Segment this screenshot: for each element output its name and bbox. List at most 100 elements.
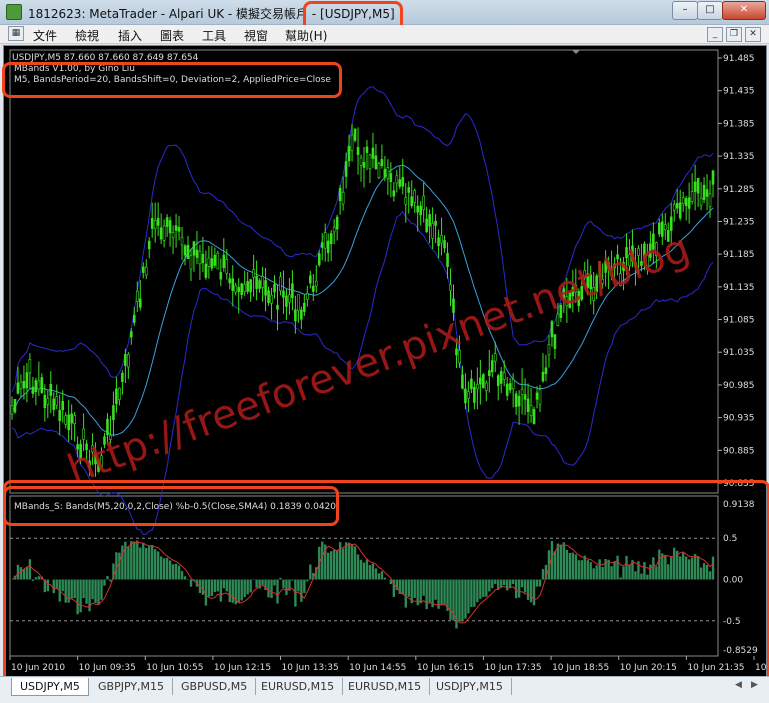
histogram-bar <box>434 580 436 600</box>
histogram-bar <box>202 580 204 595</box>
histogram-bar <box>539 580 541 587</box>
mdi-close-button[interactable]: ✕ <box>745 27 761 42</box>
menu-window[interactable]: 視窗 <box>244 27 268 44</box>
histogram-bar <box>422 580 424 596</box>
mdi-minimize-button[interactable]: _ <box>707 27 723 42</box>
chart-window[interactable]: 91.48591.43591.38591.33591.28591.23591.1… <box>3 45 767 677</box>
candle-body <box>378 164 380 178</box>
histogram-bar <box>414 580 416 598</box>
time-label: 10 Jun 21:35 <box>687 663 744 673</box>
candle-body <box>712 171 714 184</box>
histogram-bar <box>208 580 210 597</box>
histogram-bar <box>76 580 78 615</box>
histogram-bar <box>688 559 690 579</box>
candle-body <box>211 259 213 268</box>
candle-body <box>461 375 463 388</box>
histogram-bar <box>461 580 463 622</box>
price-label: 91.185 <box>723 250 755 260</box>
candle-body <box>536 393 538 399</box>
candle-body <box>199 251 201 263</box>
histogram-bar <box>634 571 636 579</box>
histogram-bar <box>279 578 281 580</box>
menu-charts[interactable]: 圖表 <box>160 27 184 44</box>
histogram-bar <box>563 542 565 579</box>
histogram-bar <box>336 550 338 579</box>
candle-body <box>253 270 255 278</box>
histogram-bar <box>327 553 329 580</box>
histogram-bar <box>106 576 108 579</box>
candle-body <box>402 177 404 186</box>
candle-body <box>294 310 296 321</box>
document-icon[interactable]: ▦ <box>8 26 24 41</box>
histogram-bar <box>142 543 144 579</box>
histogram-bar <box>512 580 514 585</box>
price-label: 91.035 <box>723 348 755 358</box>
candle-body <box>339 188 341 201</box>
close-button[interactable]: ✕ <box>722 1 766 20</box>
histogram-bar <box>160 556 162 579</box>
histogram-bar <box>357 554 359 579</box>
menu-view[interactable]: 檢視 <box>75 27 99 44</box>
menu-file[interactable]: 文件 <box>33 27 57 44</box>
histogram-bar <box>381 571 383 579</box>
tab-eurusd-m15-2[interactable]: EURUSD,M15 <box>340 678 430 695</box>
histogram-bar <box>118 553 120 580</box>
histogram-bar <box>494 580 496 584</box>
candle-body <box>130 332 132 337</box>
candle-body <box>447 253 449 266</box>
chart-canvas[interactable]: 91.48591.43591.38591.33591.28591.23591.1… <box>4 46 766 676</box>
histogram-bar <box>610 566 612 579</box>
histogram-bar <box>369 565 371 579</box>
maximize-button[interactable]: □ <box>697 1 723 20</box>
candle-body <box>193 242 195 256</box>
menu-insert[interactable]: 插入 <box>118 27 142 44</box>
tab-gbpjpy-m15[interactable]: GBPJPY,M15 <box>90 678 173 695</box>
histogram-bar <box>62 580 64 592</box>
minimize-button[interactable]: – <box>672 1 698 20</box>
mdi-restore-button[interactable]: ❐ <box>726 27 742 42</box>
subchart-level-label: -0.8529 <box>723 646 758 656</box>
tab-usdjpy-m5[interactable]: USDJPY,M5 <box>11 678 89 696</box>
histogram-bar <box>17 565 19 580</box>
histogram-bar <box>682 553 684 580</box>
price-label: 90.885 <box>723 446 755 456</box>
window-title-prefix: 1812623: MetaTrader - Alpari UK - 模擬交易帳戶… <box>28 7 320 21</box>
candle-body <box>488 370 490 375</box>
tab-scroll-right-icon[interactable]: ▶ <box>751 680 758 690</box>
candle-body <box>29 359 31 373</box>
candle-body <box>441 235 443 243</box>
tab-gbpusd-m5[interactable]: GBPUSD,M5 <box>173 678 256 695</box>
candle-body <box>336 217 338 229</box>
histogram-bar <box>425 580 427 610</box>
histogram-bar <box>297 580 299 592</box>
candle-body <box>279 277 281 291</box>
histogram-bar <box>536 580 538 587</box>
subchart-header: MBands_S: Bands(M5,20,0,2,Close) %b-0.5(… <box>14 502 336 512</box>
histogram-bar <box>706 565 708 580</box>
histogram-bar <box>530 580 532 603</box>
candle-body <box>163 226 165 240</box>
tab-scroll-left-icon[interactable]: ◀ <box>735 680 742 690</box>
tab-eurusd-m15[interactable]: EURUSD,M15 <box>253 678 343 695</box>
candle-body <box>145 267 147 275</box>
histogram-bar <box>32 580 34 581</box>
candle-body <box>435 221 437 225</box>
candle-body <box>68 415 70 430</box>
histogram-bar <box>246 580 248 595</box>
price-label: 91.435 <box>723 87 755 97</box>
candle-body <box>393 191 395 196</box>
candle-body <box>56 396 58 405</box>
histogram-bar <box>136 541 138 580</box>
menu-help[interactable]: 幫助(H) <box>285 27 327 44</box>
metatrader-app-icon <box>6 4 22 20</box>
main-chart-header: USDJPY,M5 87.660 87.660 87.649 87.654 <box>12 53 198 63</box>
histogram-bar <box>628 565 630 580</box>
candle-body <box>429 215 431 227</box>
tab-usdjpy-m15[interactable]: USDJPY,M15 <box>428 678 512 695</box>
candle-body <box>420 206 422 215</box>
histogram-bar <box>217 580 219 592</box>
histogram-bar <box>273 580 275 586</box>
candle-body <box>133 315 135 322</box>
histogram-bar <box>575 554 577 579</box>
menu-tools[interactable]: 工具 <box>202 27 226 44</box>
